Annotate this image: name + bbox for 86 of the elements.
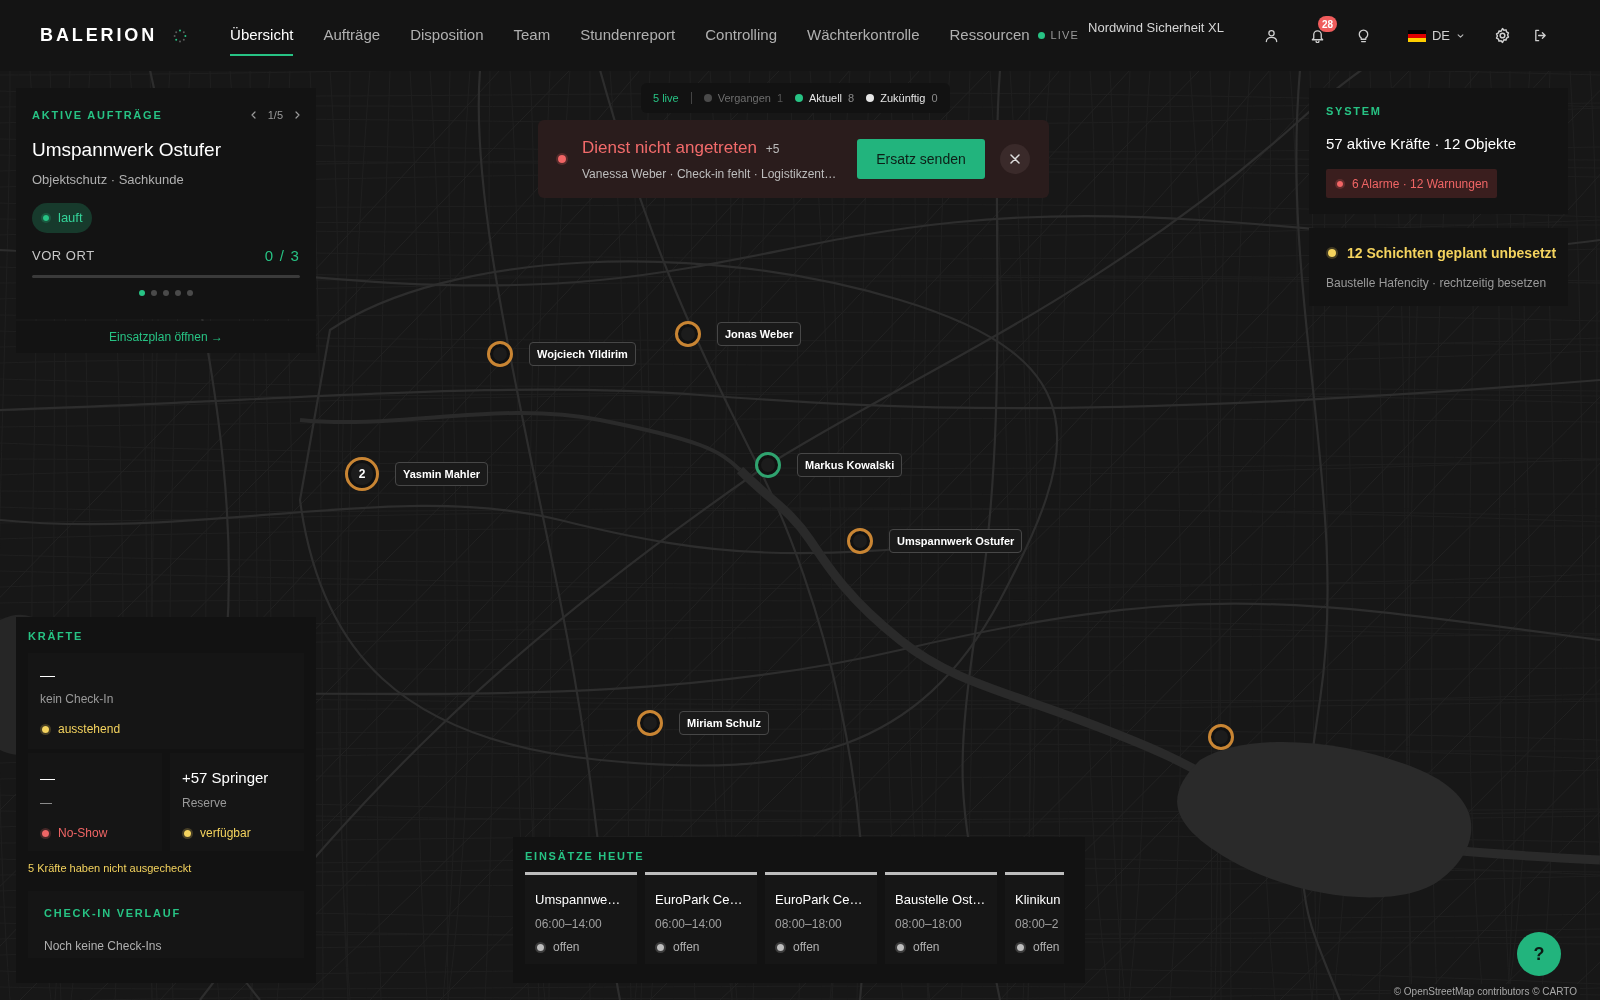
marker-label: Yasmin Mahler: [395, 461, 489, 487]
flag-icon: [1407, 29, 1426, 42]
live-label: LIVE: [1050, 28, 1079, 44]
language-selector[interactable]: DE: [1407, 25, 1464, 46]
alert-detail: Vanessa Weber · Check-in fehlt · Logistikzent…: [582, 166, 837, 184]
assignment-title: EuroPark Ce…: [775, 891, 864, 909]
alert-title: Dienst nicht angetreten: [582, 136, 757, 159]
assignment-card[interactable]: Umspannwe… 06:00–14:00 offen: [525, 872, 637, 964]
alarm-text: 6 Alarme · 12 Warnungen: [1352, 175, 1489, 193]
assignment-time: 06:00–14:00: [655, 916, 723, 932]
checkout-warning: 5 Kräfte haben nicht ausgecheckt: [28, 861, 193, 875]
nav-tab[interactable]: Team: [513, 14, 551, 57]
force-status: ausstehend: [58, 721, 121, 738]
close-icon: [1010, 154, 1020, 164]
nav-tab[interactable]: Aufträge: [323, 14, 381, 57]
force-status: verfügbar: [200, 825, 251, 842]
assignment-status: offen: [793, 939, 820, 956]
force-status: No-Show: [58, 825, 108, 842]
notice-title: 12 Schichten geplant unbesetzt: [1347, 243, 1557, 263]
onsite-label: VOR ORT: [32, 247, 95, 266]
marker-label: Umspannwerk Ostufer: [889, 528, 1023, 554]
assignment-time: 06:00–14:00: [535, 916, 603, 932]
settings-icon[interactable]: [1494, 27, 1511, 44]
bell-icon[interactable]: [1309, 28, 1325, 43]
nav-tab[interactable]: Wächterkontrolle: [807, 14, 920, 57]
nav-tab[interactable]: Übersicht: [230, 14, 294, 57]
map-attribution: © OpenStreetMap contributors © CARTO: [1390, 984, 1580, 999]
assignment-status: offen: [1033, 939, 1060, 956]
chevron-left-icon[interactable]: [250, 111, 256, 119]
empty-state-text: Noch keine Check-Ins: [44, 938, 163, 954]
timeline-filter-toggle[interactable]: Vergangen 1: [703, 89, 784, 107]
send-replacement-button[interactable]: Ersatz senden: [857, 139, 985, 179]
assignment-card[interactable]: Klinikun 08:00–2 offen: [1005, 872, 1064, 964]
assignment-card[interactable]: Baustelle Ost… 08:00–18:00 offen: [885, 872, 997, 964]
logout-icon[interactable]: [1533, 28, 1548, 43]
alert-more-count: +5: [765, 140, 780, 158]
marker-label: Miriam Schulz: [679, 710, 769, 736]
timeline-filter-toggle[interactable]: Zukünftig 0: [866, 89, 938, 107]
assignment-card[interactable]: EuroPark Ce… 06:00–14:00 offen: [645, 872, 757, 964]
marker-label: Markus Kowalski: [797, 452, 903, 478]
dotted-ring-icon: [173, 28, 188, 43]
force-label: kein Check-In: [40, 691, 115, 707]
nav-tab[interactable]: Stundenreport: [580, 14, 676, 57]
section-heading: AKTIVE AUFTRÄGE: [32, 107, 163, 123]
organization-name: Nordwind Sicherheit XL: [1088, 19, 1224, 37]
user-icon[interactable]: [1263, 28, 1279, 43]
assignment-title: Baustelle Ost…: [895, 891, 987, 909]
section-heading: SYSTEM: [1326, 104, 1383, 118]
marker-label: Wojciech Yildirim: [529, 341, 636, 367]
live-count: 5 live: [653, 90, 679, 106]
notice-detail: Baustelle Hafencity · rechtzeitig besetzen: [1326, 275, 1548, 291]
force-label: Reserve: [182, 795, 228, 811]
force-count: —: [40, 768, 56, 788]
force-count: +57 Springer: [182, 768, 270, 788]
chevron-right-icon[interactable]: [295, 111, 300, 119]
nav-tab[interactable]: Disposition: [410, 14, 484, 57]
assignment-title: Umspannwe…: [535, 891, 622, 909]
nav-tab[interactable]: Ressourcen: [949, 14, 1030, 57]
nav-tab[interactable]: Controlling: [705, 14, 777, 57]
assignment-title: EuroPark Ce…: [655, 891, 744, 909]
assignment-card[interactable]: EuroPark Ce… 08:00–18:00 offen: [765, 872, 877, 964]
assignment-time: 08:00–18:00: [895, 916, 963, 932]
assignment-time: 08:00–2: [1015, 916, 1060, 932]
page-indicator: 1/5: [267, 107, 283, 123]
order-subtitle: Objektschutz · Sachkunde: [32, 171, 185, 189]
assignment-time: 08:00–18:00: [775, 916, 843, 932]
section-heading: KRÄFTE: [28, 629, 85, 643]
status-label: lauft: [58, 209, 83, 228]
logo: BALERION: [40, 24, 158, 47]
order-title: Umspannwerk Ostufer: [32, 138, 222, 162]
onsite-count: 0 / 3: [264, 245, 300, 266]
section-heading: EINSÄTZE HEUTE: [525, 849, 646, 863]
force-count: —: [40, 665, 56, 685]
assignment-title: Klinikun: [1015, 891, 1061, 909]
force-label: —: [40, 795, 53, 811]
section-heading: CHECK-IN VERLAUF: [44, 906, 182, 920]
system-summary: 57 aktive Kräfte · 12 Objekte: [1326, 134, 1518, 154]
timeline-filter-toggle[interactable]: Aktuell 8: [795, 89, 855, 107]
open-schedule-link[interactable]: Einsatzplan öffnen →: [16, 321, 316, 353]
notification-badge: 28: [1317, 16, 1338, 32]
marker-label: Jonas Weber: [717, 321, 802, 347]
chevron-down-icon: [1457, 33, 1464, 38]
close-button[interactable]: [1000, 144, 1030, 174]
assignment-status: offen: [673, 939, 700, 956]
assignment-status: offen: [553, 939, 580, 956]
assignment-status: offen: [913, 939, 940, 956]
